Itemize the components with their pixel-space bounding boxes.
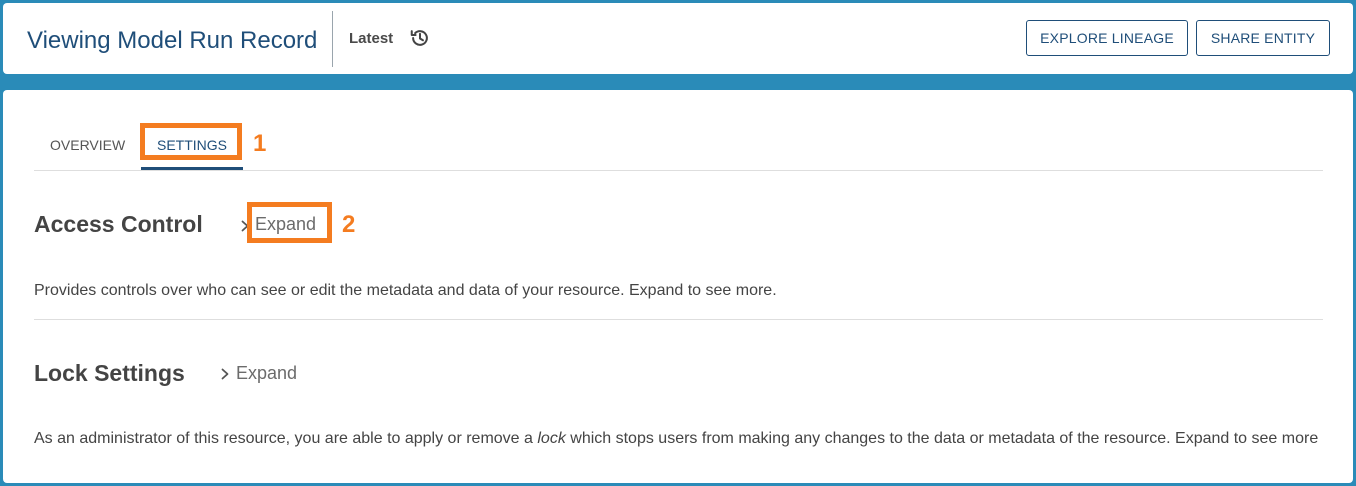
chevron-right-icon[interactable] bbox=[219, 368, 231, 380]
highlight-box-settings-tab bbox=[140, 123, 242, 160]
tabs-divider bbox=[34, 170, 1323, 171]
lock-desc-before: As an administrator of this resource, yo… bbox=[34, 430, 538, 447]
annotation-marker-1: 1 bbox=[253, 130, 267, 157]
annotation-marker-2: 2 bbox=[342, 211, 356, 238]
highlight-box-expand-link bbox=[247, 202, 332, 243]
lock-desc-emphasis: lock bbox=[537, 430, 566, 447]
lock-desc-after: which stops users from making any change… bbox=[565, 430, 1319, 447]
history-icon[interactable] bbox=[409, 27, 431, 49]
tab-overview[interactable]: OVERVIEW bbox=[50, 137, 125, 153]
settings-card: OVERVIEW SETTINGS 1 Access Control Expan… bbox=[3, 90, 1353, 483]
lock-settings-expand-link[interactable]: Expand bbox=[236, 363, 297, 384]
lock-settings-description: As an administrator of this resource, yo… bbox=[34, 430, 1318, 448]
entity-header: Viewing Model Run Record Latest EXPLORE … bbox=[3, 3, 1353, 74]
app-frame: Viewing Model Run Record Latest EXPLORE … bbox=[0, 0, 1356, 486]
explore-lineage-button[interactable]: EXPLORE LINEAGE bbox=[1026, 20, 1188, 56]
page-title: Viewing Model Run Record bbox=[27, 27, 318, 54]
version-label: Latest bbox=[349, 30, 394, 47]
header-divider bbox=[332, 11, 333, 67]
share-entity-button[interactable]: SHARE ENTITY bbox=[1196, 20, 1330, 56]
access-control-title: Access Control bbox=[34, 211, 203, 237]
section-divider bbox=[34, 319, 1323, 320]
access-control-description: Provides controls over who can see or ed… bbox=[34, 282, 777, 299]
lock-settings-title: Lock Settings bbox=[34, 360, 185, 386]
